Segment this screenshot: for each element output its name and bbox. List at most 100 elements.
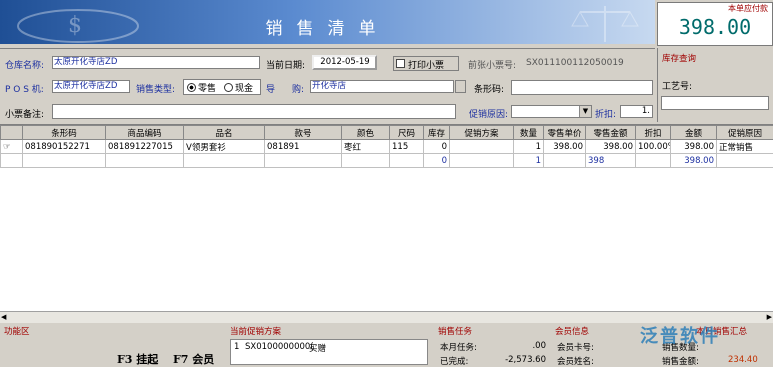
sale-type-cash-radio[interactable] [224, 83, 233, 92]
table-cell[interactable]: 正常销售 [717, 140, 773, 154]
empty-cell [450, 154, 514, 168]
promo-title: 当前促销方案 [230, 327, 281, 337]
scroll-right-icon[interactable]: ▶ [767, 313, 772, 321]
promo-reason-label: 促销原因: [469, 107, 508, 120]
total-cell: 1 [514, 154, 544, 168]
buyer-picker-button[interactable] [455, 80, 466, 93]
note-label: 小票备注: [5, 107, 44, 120]
column-header[interactable]: 颜色 [342, 126, 390, 140]
empty-cell [717, 154, 773, 168]
pos-field[interactable]: 太原开化寺店ZD [52, 80, 130, 93]
sale-type-label: 销售类型: [136, 82, 175, 95]
function-area-title: 功能区 [4, 327, 30, 337]
buyer-field[interactable]: 开化寺店 [310, 80, 454, 93]
column-header[interactable]: 零售金额 [586, 126, 636, 140]
print-receipt-checkbox[interactable] [396, 59, 405, 68]
prev-receipt-label: 前张小票号: [468, 58, 516, 71]
table-cell[interactable]: 081891227015 [106, 140, 184, 154]
promo-panel: 当前促销方案 1 SX0100000000( 买赠 [230, 325, 430, 365]
stock-query-panel: 库存查询 工艺号: [657, 48, 773, 122]
table-cell[interactable]: 398.00 [544, 140, 586, 154]
note-input[interactable] [52, 104, 456, 119]
promo-code: SX0100000000( [245, 342, 314, 352]
table-cell[interactable]: 081891 [265, 140, 342, 154]
member-name-label: 会员姓名: [557, 355, 594, 367]
empty-cell [342, 154, 390, 168]
column-header[interactable]: 金额 [671, 126, 717, 140]
empty-cell [390, 154, 424, 168]
barcode-label: 条形码: [474, 82, 504, 95]
task-done-label: 已完成: [440, 355, 468, 367]
task-panel: 销售任务 本月任务: .00 已完成: -2,573.60 [438, 325, 550, 365]
empty-cell [265, 154, 342, 168]
sale-type-retail-label: 零售 [198, 81, 216, 94]
table-cell[interactable]: 398.00 [671, 140, 717, 154]
table-cell[interactable]: 115 [390, 140, 424, 154]
task-title: 销售任务 [438, 327, 472, 337]
table-row[interactable]: ☞081890152271081891227015V领男套衫081891枣红11… [1, 140, 773, 154]
row-selector-header [1, 126, 23, 140]
daily-amount-label: 销售金额: [662, 355, 699, 367]
scroll-left-icon[interactable]: ◀ [1, 313, 6, 321]
warehouse-label: 仓库名称: [5, 58, 44, 71]
column-header[interactable]: 尺码 [390, 126, 424, 140]
stock-query-label: 库存查询 [662, 52, 696, 64]
column-header[interactable]: 零售单价 [544, 126, 586, 140]
empty-cell [1, 154, 23, 168]
empty-cell [184, 154, 265, 168]
amount-due-panel: 本单应付款 398.00 [657, 2, 773, 46]
column-header[interactable]: 款号 [265, 126, 342, 140]
column-header[interactable]: 品名 [184, 126, 265, 140]
table-cell[interactable]: 081890152271 [23, 140, 106, 154]
current-row-pointer-icon: ☞ [1, 140, 23, 154]
amount-due-label: 本单应付款 [728, 3, 768, 14]
promo-reason-select[interactable]: ▼ [511, 105, 592, 118]
column-header[interactable]: 商品编码 [106, 126, 184, 140]
task-month-value: .00 [532, 341, 546, 351]
column-header[interactable]: 折扣 [636, 126, 671, 140]
table-cell[interactable]: 1 [514, 140, 544, 154]
daily-amount-value: 234.40 [728, 355, 758, 365]
chevron-down-icon[interactable]: ▼ [579, 106, 591, 117]
prev-receipt-value: SX011100112050019 [526, 58, 624, 68]
promo-name: 买赠 [309, 342, 326, 354]
table-cell[interactable]: 枣红 [342, 140, 390, 154]
sales-table: 条形码商品编码品名款号颜色尺码库存促销方案数量零售单价零售金额折扣金额促销原因 … [0, 125, 773, 168]
empty-cell [106, 154, 184, 168]
total-cell: 398 [586, 154, 636, 168]
empty-cell [636, 154, 671, 168]
table-cell[interactable]: V领男套衫 [184, 140, 265, 154]
column-header[interactable]: 促销方案 [450, 126, 514, 140]
promo-list: 1 SX0100000000( 买赠 [230, 339, 428, 365]
table-cell[interactable]: 100.00% [636, 140, 671, 154]
total-cell: 0 [424, 154, 450, 168]
table-body: ☞081890152271081891227015V领男套衫081891枣红11… [1, 140, 773, 168]
date-field[interactable]: 2012-05-19 [312, 55, 377, 70]
table-cell[interactable]: 0 [424, 140, 450, 154]
task-done-value: -2,573.60 [505, 355, 546, 365]
empty-cell [544, 154, 586, 168]
watermark-logo: 泛普软件 [640, 322, 720, 348]
column-header[interactable]: 库存 [424, 126, 450, 140]
guide-label: 导 [266, 82, 275, 95]
print-receipt-label: 打印小票 [408, 58, 444, 71]
member-card-label: 会员卡号: [557, 341, 594, 353]
table-cell[interactable] [450, 140, 514, 154]
amount-due-value: 398.00 [658, 15, 772, 39]
discount-field[interactable]: 1. [620, 105, 653, 118]
craft-input[interactable] [661, 96, 769, 110]
promo-index: 1 [234, 342, 239, 352]
warehouse-field[interactable]: 太原开化寺店ZD [52, 56, 260, 69]
sale-type-cash-label: 现金 [235, 81, 253, 94]
craft-label: 工艺号: [662, 79, 692, 92]
print-receipt-toggle[interactable]: 打印小票 [393, 56, 459, 71]
column-header[interactable]: 促销原因 [717, 126, 773, 140]
column-header[interactable]: 条形码 [23, 126, 106, 140]
table-cell[interactable]: 398.00 [586, 140, 636, 154]
column-header[interactable]: 数量 [514, 126, 544, 140]
sale-type-retail-radio[interactable] [187, 83, 196, 92]
sale-form: 仓库名称: 太原开化寺店ZD 当前日期: 2012-05-19 打印小票 前张小… [0, 48, 655, 123]
barcode-input[interactable] [511, 80, 653, 95]
member-title: 会员信息 [555, 327, 589, 337]
table-header-row: 条形码商品编码品名款号颜色尺码库存促销方案数量零售单价零售金额折扣金额促销原因 [1, 126, 773, 140]
